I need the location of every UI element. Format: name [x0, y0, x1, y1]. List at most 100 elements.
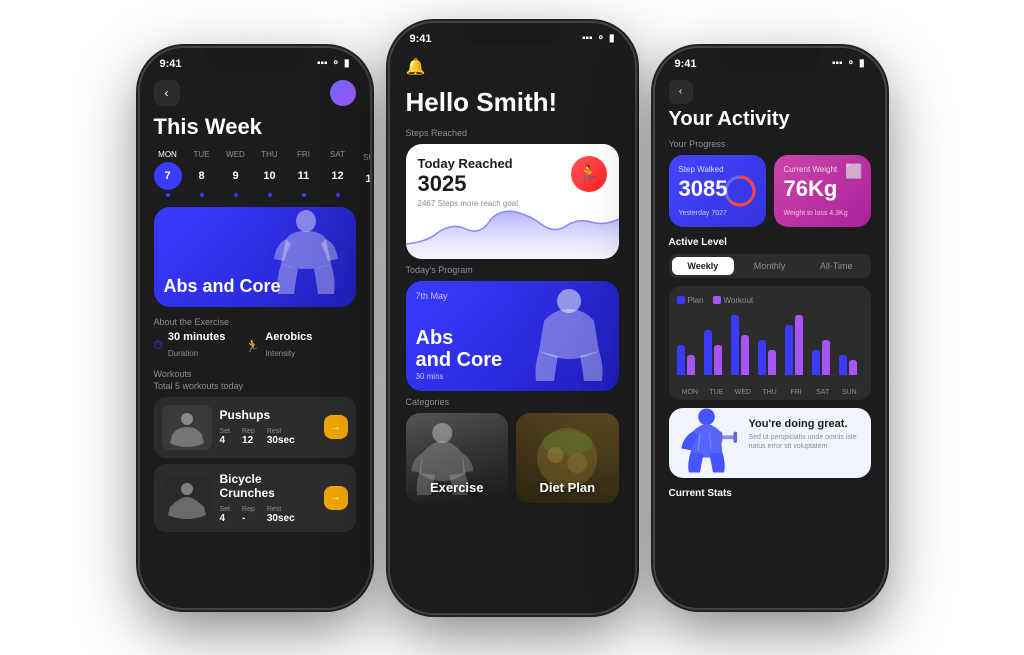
p1-back-button[interactable]: ‹	[154, 80, 180, 106]
run-icon: 🏃	[245, 339, 260, 353]
time-2: 9:41	[410, 33, 432, 45]
diet-label: Diet Plan	[539, 480, 595, 495]
bar-chart-container: Plan Workout	[669, 286, 871, 400]
p2-steps-section: Steps Reached 🏃 Today Reached 3025 2467 …	[390, 128, 635, 265]
pushups-name: Pushups	[220, 408, 316, 422]
p1-calendar: MON 7 TUE 8 WED 9	[140, 150, 370, 207]
calendar-day-wed[interactable]: WED 9	[222, 150, 250, 197]
p3-back-icon: ‹	[679, 86, 682, 97]
p2-header: 🔔	[390, 49, 635, 83]
step-yesterday: Yesterday 7027	[679, 210, 756, 217]
workout-card-bicycle[interactable]: Bicycle Crunches Set 4 Rep - Res	[154, 464, 356, 532]
notch-1	[205, 48, 305, 70]
bicycle-image	[162, 475, 212, 520]
p1-exercise-info: ⏱ 30 minutes Duration 🏃 Aerobics Intensi…	[140, 331, 370, 369]
p3-progress-label: Your Progress	[655, 139, 885, 155]
calendar-day-fri[interactable]: FRI 11	[290, 150, 318, 197]
p1-about-label: About the Exercise	[140, 317, 370, 331]
time-1: 9:41	[160, 58, 182, 70]
program-image	[499, 281, 619, 391]
p3-progress-cards: Step Walked 3085 Yesterday 7027 ⬜	[655, 155, 885, 237]
duration-value: 30 minutes	[168, 331, 225, 343]
exercise-label: Exercise	[430, 480, 484, 495]
p1-workouts-subtitle: Total 5 workouts today	[140, 381, 370, 397]
program-date: 7th May	[416, 291, 448, 301]
bar-wed	[731, 315, 754, 375]
p1-intensity: 🏃 Aerobics Intensity	[245, 331, 312, 361]
calendar-day-thu[interactable]: THU 10	[256, 150, 284, 197]
pushups-arrow[interactable]: →	[324, 415, 348, 439]
tab-alltime[interactable]: All-Time	[805, 257, 868, 275]
p3-promo-card: You're doing great. Sed ut perspiciatis …	[669, 408, 871, 478]
pushups-info: Pushups Set 4 Rep 12 Rest	[220, 408, 316, 446]
p2-steps-card[interactable]: 🏃 Today Reached 3025 2467 Steps more rea…	[406, 144, 619, 259]
bicycle-stats: Set 4 Rep - Rest 30sec	[220, 506, 316, 524]
p2-steps-label: Steps Reached	[406, 128, 619, 138]
signal-icon-2: ▪▪▪	[582, 33, 593, 44]
p3-active-label: Active Level	[669, 237, 871, 248]
p1-header: ‹	[140, 74, 370, 114]
bar-sun	[839, 355, 862, 375]
bar-sat	[812, 340, 835, 375]
p3-header: ‹	[655, 74, 885, 108]
bar-thu	[758, 340, 781, 375]
battery-icon: ▮	[344, 58, 350, 69]
phone-3: 9:41 ▪▪▪ ⚬ ▮ ‹ Your Activity Your P	[655, 48, 885, 608]
bicycle-info: Bicycle Crunches Set 4 Rep - Res	[220, 472, 316, 524]
p1-avatar	[330, 80, 356, 106]
bell-icon[interactable]: 🔔	[406, 59, 426, 76]
p2-program-section: Today's Program 7th May Absand Core 30 m…	[390, 265, 635, 397]
pushups-image	[162, 405, 212, 450]
p3-tabs: Weekly Monthly All-Time	[669, 254, 871, 278]
status-icons-3: ▪▪▪ ⚬ ▮	[832, 58, 865, 69]
bar-chart	[677, 309, 863, 389]
status-icons-1: ▪▪▪ ⚬ ▮	[317, 58, 350, 69]
clock-icon: ⏱	[154, 338, 163, 353]
program-title: Absand Core	[416, 327, 503, 371]
program-sub: 30 mins	[416, 372, 444, 381]
weight-icon: ⬜	[845, 163, 862, 180]
battery-icon-2: ▮	[609, 33, 615, 44]
notch-3	[720, 48, 820, 70]
notch-2	[462, 23, 562, 45]
signal-icon-3: ▪▪▪	[832, 58, 843, 69]
p3-current-stats-label: Current Stats	[655, 488, 885, 503]
tab-weekly[interactable]: Weekly	[672, 257, 735, 275]
p2-program-label: Today's Program	[406, 265, 619, 275]
calendar-day-tue[interactable]: TUE 8	[188, 150, 216, 197]
status-icons-2: ▪▪▪ ⚬ ▮	[582, 33, 615, 44]
bar-fri	[785, 315, 808, 375]
category-exercise[interactable]: Exercise	[406, 413, 509, 503]
bicycle-name: Bicycle Crunches	[220, 472, 316, 500]
phone-1: 9:41 ▪▪▪ ⚬ ▮ ‹ This Week	[140, 48, 370, 608]
p2-program-card[interactable]: 7th May Absand Core 30 mins	[406, 281, 619, 391]
signal-icon: ▪▪▪	[317, 58, 328, 69]
bar-tue	[704, 330, 727, 375]
bicycle-arrow[interactable]: →	[324, 486, 348, 510]
chart-labels: MON TUE WED THU FRI SAT SUN	[677, 389, 863, 396]
p3-back-button[interactable]: ‹	[669, 80, 693, 104]
workout-card-pushups[interactable]: Pushups Set 4 Rep 12 Rest	[154, 397, 356, 458]
calendar-day-sat[interactable]: SAT 12	[324, 150, 352, 197]
p1-hero-card[interactable]: Abs and Core	[154, 207, 356, 307]
category-diet[interactable]: Diet Plan	[516, 413, 619, 503]
current-weight-card[interactable]: ⬜ Current Weight 76Kg Weight to loss 4.3…	[774, 155, 871, 227]
scene: 9:41 ▪▪▪ ⚬ ▮ ‹ This Week	[0, 0, 1024, 655]
promo-figure	[674, 408, 744, 478]
steps-chart	[406, 204, 619, 259]
back-icon: ‹	[165, 86, 169, 100]
phone-2: 9:41 ▪▪▪ ⚬ ▮ 🔔 Hello Smith! Steps Reache…	[390, 23, 635, 613]
tab-monthly[interactable]: Monthly	[738, 257, 801, 275]
promo-title: You're doing great.	[749, 418, 861, 430]
calendar-day-mon[interactable]: MON 7	[154, 150, 182, 197]
calendar-day-sun[interactable]: SUN 13	[358, 153, 370, 193]
step-walked-card[interactable]: Step Walked 3085 Yesterday 7027	[669, 155, 766, 227]
intensity-label: Intensity	[265, 349, 295, 358]
pushups-stats: Set 4 Rep 12 Rest 30sec	[220, 428, 316, 446]
bar-mon	[677, 345, 700, 375]
p1-workouts-title: Workouts	[140, 369, 370, 381]
p2-categories-section: Categories Exer	[390, 397, 635, 509]
time-3: 9:41	[675, 58, 697, 70]
wifi-icon-3: ⚬	[847, 58, 855, 69]
p2-greeting: Hello Smith!	[390, 83, 635, 128]
